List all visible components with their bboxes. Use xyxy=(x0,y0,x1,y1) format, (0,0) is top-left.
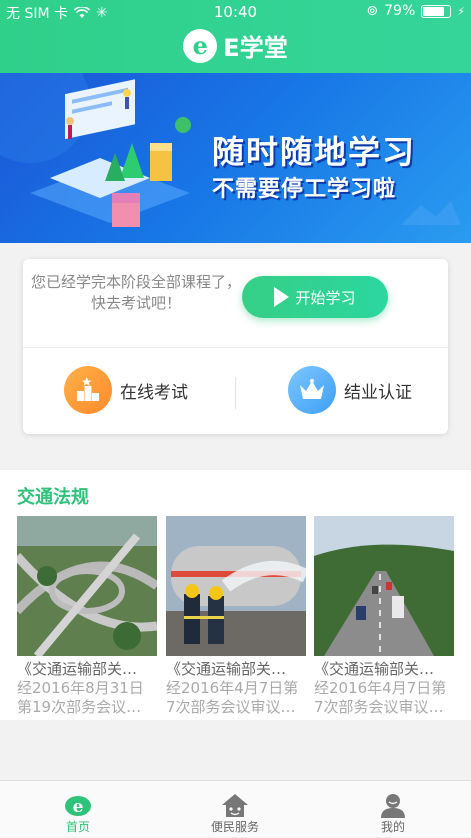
banner-subtitle: 不需要停工学习啦 xyxy=(212,177,397,202)
news-title: 《交通运输部关… xyxy=(314,660,435,678)
news-item[interactable]: 《交通运输部关… 经2016年4月7日第7次部务会议审议… xyxy=(166,516,306,717)
firefighters-tanker-photo xyxy=(166,516,306,656)
home-e-icon: e xyxy=(65,796,91,817)
banner-decoration xyxy=(401,201,461,225)
news-desc: 经2016年8月31日第19次部务会议… xyxy=(17,679,144,716)
study-card: 您已经学完本阶段全部课程了，快去考试吧！ 开始学习 在线考试 结业认证 xyxy=(23,259,448,434)
tab-home-label: 首页 xyxy=(65,820,90,834)
brand: e E学堂 xyxy=(0,28,471,63)
banner-title: 随时随地学习 xyxy=(212,133,417,171)
tab-services[interactable]: 便民服务 xyxy=(175,781,295,838)
tab-services-label: 便民服务 xyxy=(210,820,259,834)
news-desc: 经2016年4月7日第7次部务会议审议… xyxy=(166,679,299,716)
promo-banner[interactable]: 随时随地学习 不需要停工学习啦 xyxy=(0,73,471,243)
start-study-button[interactable]: 开始学习 xyxy=(242,276,388,318)
play-icon xyxy=(274,287,290,307)
tab-profile-label: 我的 xyxy=(380,820,405,834)
trophy-podium-icon xyxy=(64,366,112,414)
app-header: 无 SIM 卡 ✳ 10:40 ⊚ 79% ⚡ e E学堂 xyxy=(0,0,471,73)
banner-illustration xyxy=(0,73,191,227)
section-title: 交通法规 xyxy=(17,487,89,508)
card-divider xyxy=(23,347,448,348)
battery-icon xyxy=(421,4,452,18)
user-profile-icon xyxy=(381,794,405,818)
online-exam-button[interactable]: 在线考试 xyxy=(64,366,188,414)
news-item[interactable]: 《交通运输部关… 经2016年8月31日第19次部务会议… xyxy=(17,516,157,717)
svg-text:e: e xyxy=(73,797,84,817)
news-desc: 经2016年4月7日第7次部务会议审议… xyxy=(314,679,447,716)
news-title: 《交通运输部关… xyxy=(166,660,287,678)
crown-icon xyxy=(288,366,336,414)
tab-bar: e 首页 便民服务 我的 xyxy=(0,780,471,837)
news-item[interactable]: 《交通运输部关… 经2016年4月7日第7次部务会议审议… xyxy=(314,516,454,717)
traffic-regulations-section: 交通法规 《交通运输部关… 经2016年8月31日第19次部务会议… 《交通运输… xyxy=(0,470,471,720)
charging-icon: ⚡ xyxy=(457,4,465,18)
online-exam-label: 在线考试 xyxy=(120,382,188,403)
study-status-message: 您已经学完本阶段全部课程了，快去考试吧！ xyxy=(31,273,242,312)
certification-label: 结业认证 xyxy=(344,382,412,403)
highway-interchange-photo xyxy=(17,516,157,656)
tab-profile[interactable]: 我的 xyxy=(333,781,453,838)
start-study-label: 开始学习 xyxy=(295,288,356,307)
status-bar: 无 SIM 卡 ✳ 10:40 ⊚ 79% ⚡ xyxy=(0,0,471,24)
action-divider xyxy=(235,377,236,409)
news-title: 《交通运输部关… xyxy=(17,660,138,678)
highway-traffic-photo xyxy=(314,516,454,656)
house-service-icon xyxy=(222,794,248,817)
battery-percent: 79% xyxy=(384,3,416,19)
certification-button[interactable]: 结业认证 xyxy=(288,366,412,414)
app-title: E学堂 xyxy=(223,34,288,62)
orientation-lock-icon: ⊚ xyxy=(366,3,379,19)
app-logo-icon: e xyxy=(183,28,218,63)
tab-home[interactable]: e 首页 xyxy=(18,781,138,838)
